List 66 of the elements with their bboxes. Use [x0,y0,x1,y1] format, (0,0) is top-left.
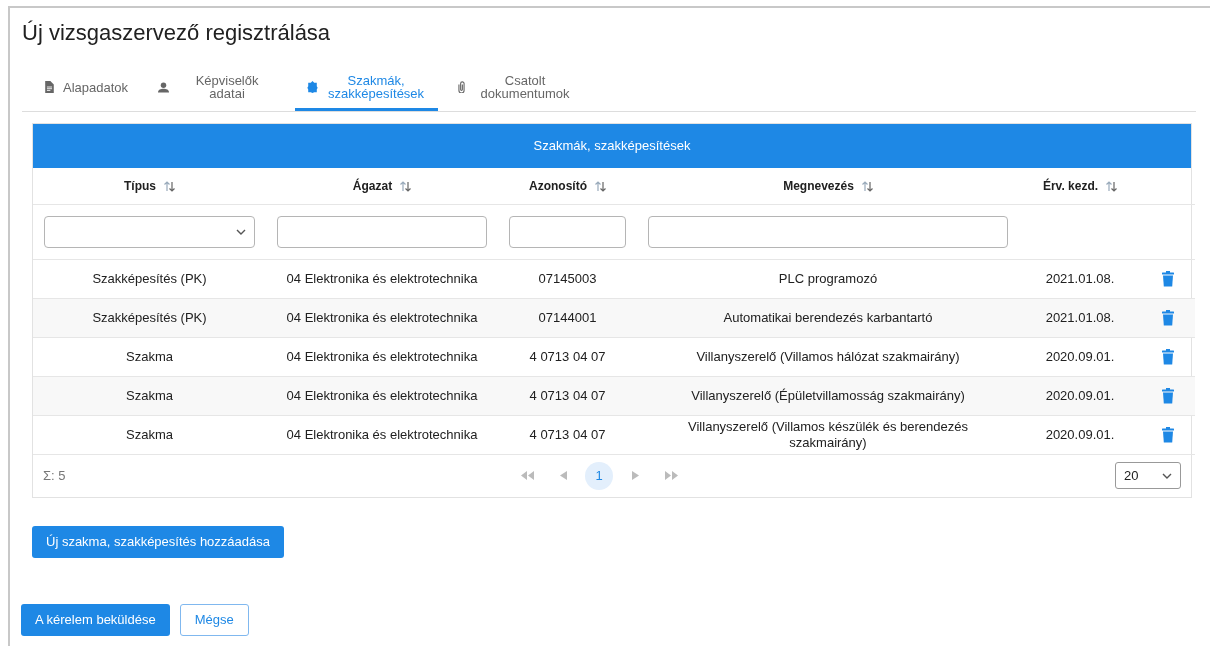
column-header[interactable]: Ágazat [352,177,393,196]
table-cell: 04 Elektronika és elektrotechnika [286,270,478,286]
column-header[interactable]: Típus [124,177,156,196]
chevron-icon [1162,472,1172,479]
table-cell: Szakképesítés (PK) [92,270,207,286]
table-cell: 07145003 [538,270,597,286]
trash-icon[interactable] [1162,349,1174,366]
total-count: Σ: 5 [43,467,67,486]
table-cell: 2020.09.01. [1045,387,1115,403]
submit-button[interactable]: A kérelem beküldése [21,603,170,636]
table-cell: Szakma [126,348,173,364]
sort-icon [1106,180,1118,192]
table-cell: 2020.09.01. [1045,426,1115,442]
table-cell: 4 0713 04 07 [529,426,606,442]
first-page-icon [520,471,534,481]
last-page-icon [664,471,678,481]
table-cell: 04 Elektronika és elektrotechnika [286,387,478,403]
badge-icon [307,81,319,94]
table-cell: Szakma [126,426,173,442]
trash-icon[interactable] [1162,388,1174,405]
table-cell: 4 0713 04 07 [529,387,606,403]
column-header[interactable]: Azonosító [529,177,587,196]
table-cell: Szakma [126,387,173,403]
filter-field[interactable] [509,215,626,248]
table-cell: Villanyszerelő (Épületvillamosság szakmairány) [691,387,965,403]
sort-icon [595,180,606,192]
column-header[interactable]: Megnevezés [783,177,854,196]
table-cell: PLC programozó [778,270,878,286]
table-cell: Villanyszerelő (Villamos készülék és berendezés szakmairány) [688,418,968,450]
page-button[interactable]: 1 [585,461,613,490]
table-cell: 04 Elektronika és elektrotechnika [286,348,478,364]
column-header[interactable]: Érv. kezd. [1042,177,1099,196]
tab[interactable]: Szakmák, szakképesítések [295,72,439,112]
table-cell: 04 Elektronika és elektrotechnika [286,426,478,442]
table-cell: 2021.01.08. [1045,309,1115,325]
sort-icon [861,180,873,192]
table-cell: 4 0713 04 07 [529,348,606,364]
sort-icon [164,180,175,192]
filter-field[interactable] [277,215,487,248]
cancel-button[interactable]: Mégse [179,603,249,636]
table-cell: Szakképesítés (PK) [92,309,207,325]
table-cell: Automatikai berendezés karbantartó [723,309,933,325]
tab[interactable]: Alapadatok [32,72,141,112]
trash-icon[interactable] [1162,310,1174,327]
document-icon [44,81,55,94]
table-cell: 07144001 [538,309,597,325]
trash-icon[interactable] [1162,427,1174,444]
table-cell: 2021.01.08. [1045,270,1115,286]
paperclip-icon [456,81,468,94]
page-size-select[interactable]: 20 [1115,462,1181,490]
table-cell: Villanyszerelő (Villamos hálózat szakmairány) [696,348,960,364]
sort-icon [400,180,412,192]
add-button[interactable]: Új szakma, szakképesítés hozzáadása [32,525,284,558]
trash-icon[interactable] [1162,271,1174,288]
table-cell: 2020.09.01. [1045,348,1115,364]
filter-field[interactable] [648,215,1008,248]
table-title: Szakmák, szakképesítések [33,124,1191,169]
chevron-icon [236,228,246,235]
previous-page-icon [559,471,567,481]
tab[interactable]: Csatolt dokumentumok [444,72,588,112]
next-page-icon [631,471,639,481]
tab[interactable]: Képviselők adatai [146,72,290,112]
table-cell: 04 Elektronika és elektrotechnika [286,309,478,325]
person-icon [158,81,170,94]
page-title: Új vizsgaszervező regisztrálása [22,20,332,47]
filter-select[interactable] [44,215,255,248]
